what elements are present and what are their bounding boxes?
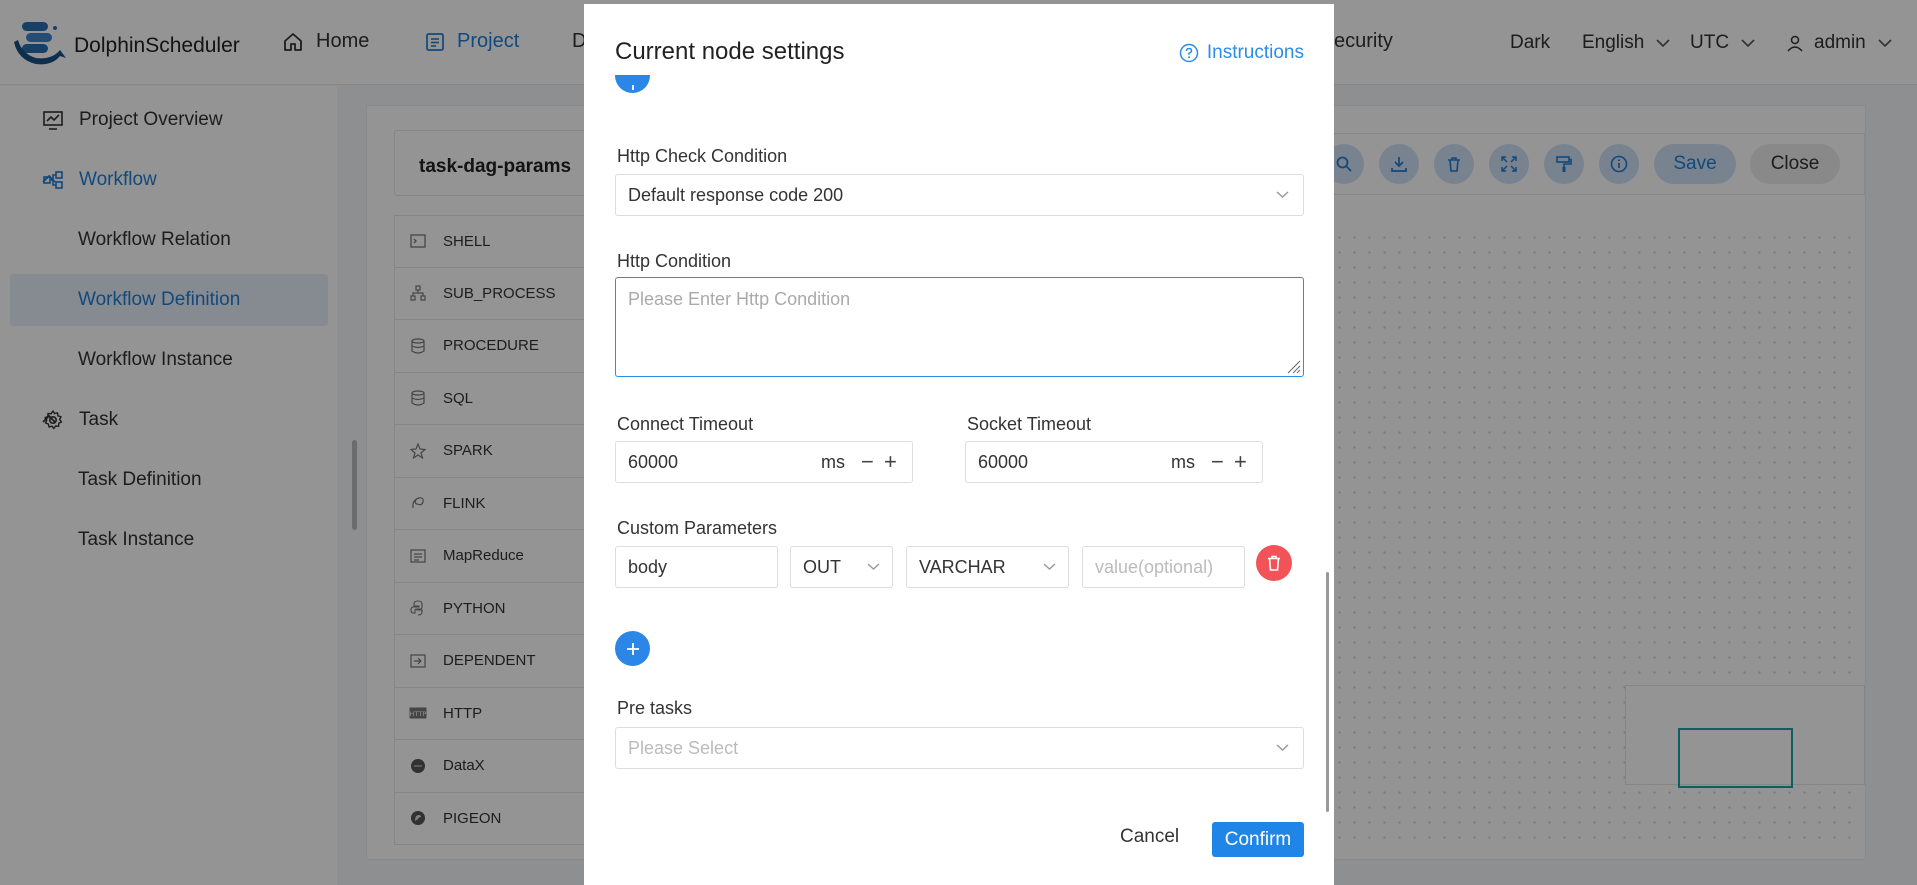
- http-check-condition-label: Http Check Condition: [617, 146, 788, 166]
- trash-icon: [1268, 555, 1280, 571]
- pre-tasks-placeholder: Please Select: [628, 738, 739, 758]
- resize-handle-icon[interactable]: [1285, 358, 1301, 374]
- socket-timeout-label: Socket Timeout: [967, 414, 1092, 434]
- param-value-placeholder: value(optional): [1095, 557, 1214, 577]
- increment-button[interactable]: +: [1234, 451, 1247, 473]
- socket-timeout-unit: ms: [1171, 452, 1195, 472]
- decrement-button[interactable]: −: [861, 451, 874, 473]
- param-type-value: VARCHAR: [919, 557, 1006, 577]
- chevron-down-icon: [1276, 744, 1289, 751]
- chevron-down-icon: [867, 563, 880, 570]
- help-circle-icon: [1179, 43, 1199, 63]
- param-direct-select[interactable]: OUT: [790, 546, 893, 588]
- delete-param-button[interactable]: [1256, 545, 1292, 581]
- connect-timeout-label: Connect Timeout: [617, 414, 754, 434]
- cancel-button[interactable]: Cancel: [1120, 826, 1179, 848]
- modal-scrollbar[interactable]: [1326, 572, 1329, 812]
- pre-tasks-label: Pre tasks: [617, 698, 693, 718]
- connect-timeout-unit: ms: [821, 452, 845, 472]
- param-prop-value: body: [628, 557, 668, 577]
- socket-timeout-value: 60000: [978, 452, 1029, 472]
- plus-icon: [631, 85, 634, 90]
- custom-parameters-label: Custom Parameters: [617, 518, 778, 538]
- chevron-down-icon: [1043, 563, 1056, 570]
- confirm-button[interactable]: Confirm: [1212, 822, 1304, 857]
- http-check-condition-select[interactable]: Default response code 200: [615, 174, 1304, 216]
- param-value-input[interactable]: value(optional): [1082, 546, 1245, 588]
- param-prop-input[interactable]: body: [615, 546, 778, 588]
- http-condition-placeholder: Please Enter Http Condition: [628, 289, 851, 309]
- instructions-label: Instructions: [1206, 42, 1304, 63]
- http-condition-label: Http Condition: [617, 251, 732, 271]
- decrement-button[interactable]: −: [1211, 451, 1224, 473]
- add-header-button[interactable]: [615, 75, 650, 93]
- instructions-link[interactable]: Instructions: [1179, 42, 1304, 64]
- http-condition-textarea[interactable]: Please Enter Http Condition: [615, 277, 1304, 377]
- http-check-condition-value: Default response code 200: [628, 185, 844, 205]
- increment-button[interactable]: +: [884, 451, 897, 473]
- modal-title: Current node settings: [615, 38, 845, 65]
- socket-timeout-input[interactable]: 60000 ms − +: [965, 441, 1263, 483]
- plus-icon: [626, 642, 639, 655]
- node-settings-modal: Current node settings Instructions Http …: [584, 4, 1334, 885]
- param-direct-value: OUT: [803, 557, 841, 577]
- connect-timeout-input[interactable]: 60000 ms − +: [615, 441, 913, 483]
- connect-timeout-value: 60000: [628, 452, 679, 472]
- chevron-down-icon: [1276, 191, 1289, 198]
- add-param-button[interactable]: [615, 631, 650, 666]
- param-type-select[interactable]: VARCHAR: [906, 546, 1069, 588]
- pre-tasks-select[interactable]: Please Select: [615, 727, 1304, 769]
